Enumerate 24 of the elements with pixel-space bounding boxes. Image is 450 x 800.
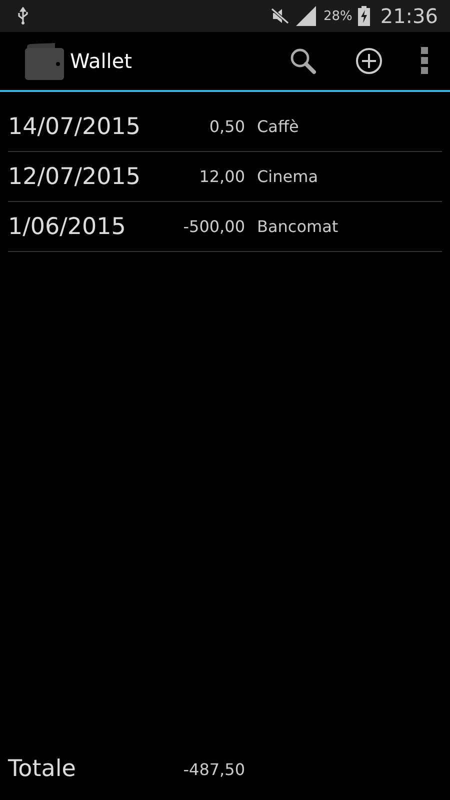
transaction-date: 14/07/2015 bbox=[8, 114, 142, 140]
transaction-row[interactable]: 12/07/2015 12,00 Cinema bbox=[8, 152, 442, 202]
transaction-date: 12/07/2015 bbox=[8, 164, 142, 190]
clock: 21:36 bbox=[380, 4, 438, 28]
app-title: Wallet bbox=[70, 49, 132, 73]
battery-icon bbox=[358, 6, 370, 26]
transaction-description: Caffè bbox=[257, 117, 299, 136]
usb-icon bbox=[16, 7, 30, 25]
total-label: Totale bbox=[8, 756, 77, 782]
transaction-date: 1/06/2015 bbox=[8, 214, 127, 240]
transaction-amount: 12,00 bbox=[198, 167, 245, 186]
transaction-description: Cinema bbox=[257, 167, 318, 186]
mute-icon bbox=[271, 8, 290, 24]
transaction-row[interactable]: 14/07/2015 0,50 Caffè bbox=[8, 102, 442, 152]
add-button[interactable] bbox=[354, 46, 384, 76]
transaction-row[interactable]: 1/06/2015 -500,00 Bancomat bbox=[8, 202, 442, 252]
transaction-description: Bancomat bbox=[257, 217, 338, 236]
search-button[interactable] bbox=[288, 46, 318, 76]
signal-icon bbox=[295, 6, 318, 26]
overflow-menu-button[interactable] bbox=[420, 47, 430, 75]
total-amount: -487,50 bbox=[182, 760, 245, 778]
battery-percentage: 28% bbox=[323, 8, 352, 24]
transaction-amount: -500,00 bbox=[182, 217, 245, 236]
transaction-amount: 0,50 bbox=[208, 117, 245, 136]
